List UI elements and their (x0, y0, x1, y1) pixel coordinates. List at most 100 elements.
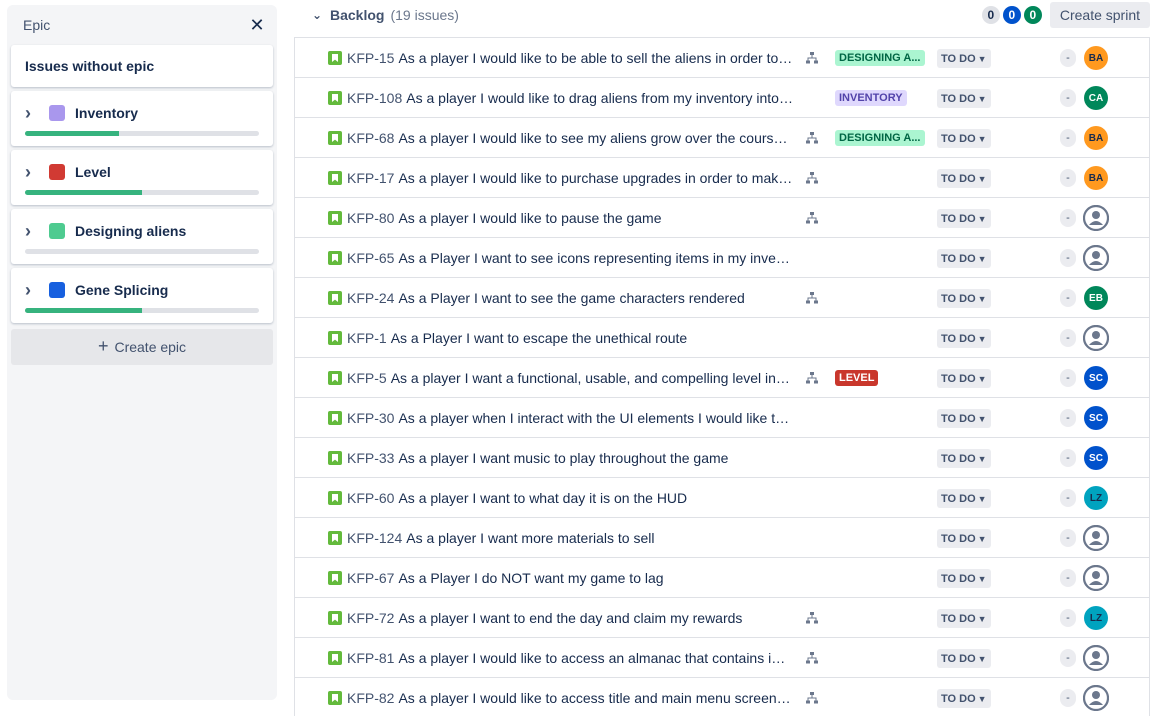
assignee-avatar[interactable]: BA (1084, 46, 1108, 70)
issue-row[interactable]: KFP-80 As a player I would like to pause … (295, 198, 1149, 238)
assignee-avatar[interactable]: SC (1084, 366, 1108, 390)
create-sprint-button[interactable]: Create sprint (1049, 2, 1150, 28)
story-points-estimate[interactable]: - (1060, 89, 1076, 107)
issue-summary-cell[interactable]: KFP-60 As a player I want to what day it … (347, 489, 793, 507)
story-points-estimate[interactable]: - (1060, 569, 1076, 587)
unassigned-avatar-icon[interactable] (1082, 204, 1110, 232)
issue-row[interactable]: KFP-33 As a player I want music to play t… (295, 438, 1149, 478)
issue-key[interactable]: KFP-67 (347, 570, 394, 586)
story-points-estimate[interactable]: - (1060, 289, 1076, 307)
issue-summary-cell[interactable]: KFP-124 As a player I want more materials… (347, 529, 793, 547)
unassigned-avatar-icon[interactable] (1082, 244, 1110, 272)
status-dropdown[interactable]: TO DO ▼ (937, 689, 991, 708)
unassigned-avatar-icon[interactable] (1082, 564, 1110, 592)
assignee-avatar[interactable]: LZ (1084, 606, 1108, 630)
status-dropdown[interactable]: TO DO ▼ (937, 49, 991, 68)
issue-key[interactable]: KFP-108 (347, 90, 402, 106)
issue-key[interactable]: KFP-33 (347, 450, 394, 466)
story-points-estimate[interactable]: - (1060, 529, 1076, 547)
issue-row[interactable]: KFP-81 As a player I would like to access… (295, 638, 1149, 678)
status-dropdown[interactable]: TO DO ▼ (937, 89, 991, 108)
issue-summary-cell[interactable]: KFP-30 As a player when I interact with t… (347, 409, 793, 427)
issue-row[interactable]: KFP-68 As a player I would like to see my… (295, 118, 1149, 158)
issue-row[interactable]: KFP-1 As a Player I want to escape the un… (295, 318, 1149, 358)
issue-summary-cell[interactable]: KFP-108 As a player I would like to drag … (347, 89, 793, 107)
status-dropdown[interactable]: TO DO ▼ (937, 209, 991, 228)
status-dropdown[interactable]: TO DO ▼ (937, 129, 991, 148)
assignee-avatar[interactable]: EB (1084, 286, 1108, 310)
epic-item[interactable]: › Level (11, 150, 273, 205)
issue-row[interactable]: KFP-67 As a Player I do NOT want my game … (295, 558, 1149, 598)
issue-row[interactable]: KFP-15 As a player I would like to be abl… (295, 38, 1149, 78)
status-dropdown[interactable]: TO DO ▼ (937, 649, 991, 668)
issue-key[interactable]: KFP-68 (347, 130, 394, 146)
issue-row[interactable]: KFP-17 As a player I would like to purcha… (295, 158, 1149, 198)
issue-summary-cell[interactable]: KFP-67 As a Player I do NOT want my game … (347, 569, 793, 587)
unassigned-avatar-icon[interactable] (1082, 684, 1110, 712)
issue-summary-cell[interactable]: KFP-72 As a player I want to end the day … (347, 609, 793, 627)
issue-summary-cell[interactable]: KFP-24 As a Player I want to see the game… (347, 289, 793, 307)
status-dropdown[interactable]: TO DO ▼ (937, 489, 991, 508)
issue-summary-cell[interactable]: KFP-17 As a player I would like to purcha… (347, 169, 793, 187)
assignee-avatar[interactable]: LZ (1084, 486, 1108, 510)
unassigned-avatar-icon[interactable] (1082, 524, 1110, 552)
issue-summary-cell[interactable]: KFP-1 As a Player I want to escape the un… (347, 329, 793, 347)
story-points-estimate[interactable]: - (1060, 409, 1076, 427)
status-dropdown[interactable]: TO DO ▼ (937, 409, 991, 428)
issue-row[interactable]: KFP-60 As a player I want to what day it … (295, 478, 1149, 518)
status-dropdown[interactable]: TO DO ▼ (937, 369, 991, 388)
issue-key[interactable]: KFP-60 (347, 490, 394, 506)
assignee-avatar[interactable]: BA (1084, 126, 1108, 150)
issue-summary-cell[interactable]: KFP-15 As a player I would like to be abl… (347, 49, 793, 67)
epic-lozenge[interactable]: LEVEL (835, 370, 879, 386)
story-points-estimate[interactable]: - (1060, 329, 1076, 347)
story-points-estimate[interactable]: - (1060, 609, 1076, 627)
epic-item[interactable]: › Designing aliens (11, 209, 273, 264)
issue-summary-cell[interactable]: KFP-33 As a player I want music to play t… (347, 449, 793, 467)
issue-summary-cell[interactable]: KFP-68 As a player I would like to see my… (347, 129, 793, 147)
chevron-right-icon[interactable]: › (25, 280, 37, 301)
status-dropdown[interactable]: TO DO ▼ (937, 289, 991, 308)
issue-summary-cell[interactable]: KFP-80 As a player I would like to pause … (347, 209, 793, 227)
assignee-avatar[interactable]: BA (1084, 166, 1108, 190)
issue-key[interactable]: KFP-65 (347, 250, 394, 266)
issue-key[interactable]: KFP-5 (347, 370, 387, 386)
status-dropdown[interactable]: TO DO ▼ (937, 529, 991, 548)
issues-without-epic[interactable]: Issues without epic (11, 45, 273, 87)
epic-item[interactable]: › Gene Splicing (11, 268, 273, 323)
issue-row[interactable]: KFP-72 As a player I want to end the day … (295, 598, 1149, 638)
story-points-estimate[interactable]: - (1060, 209, 1076, 227)
epic-lozenge[interactable]: DESIGNING A... (835, 130, 925, 146)
issue-summary-cell[interactable]: KFP-5 As a player I want a functional, us… (347, 369, 793, 387)
story-points-estimate[interactable]: - (1060, 129, 1076, 147)
story-points-estimate[interactable]: - (1060, 169, 1076, 187)
unassigned-avatar-icon[interactable] (1082, 324, 1110, 352)
story-points-estimate[interactable]: - (1060, 449, 1076, 467)
issue-summary-cell[interactable]: KFP-82 As a player I would like to access… (347, 689, 793, 707)
issue-key[interactable]: KFP-17 (347, 170, 394, 186)
chevron-right-icon[interactable]: › (25, 162, 37, 183)
issue-row[interactable]: KFP-82 As a player I would like to access… (295, 678, 1149, 716)
chevron-down-icon[interactable]: ⌄ (312, 8, 326, 22)
status-dropdown[interactable]: TO DO ▼ (937, 609, 991, 628)
status-dropdown[interactable]: TO DO ▼ (937, 569, 991, 588)
status-dropdown[interactable]: TO DO ▼ (937, 249, 991, 268)
status-dropdown[interactable]: TO DO ▼ (937, 169, 991, 188)
unassigned-avatar-icon[interactable] (1082, 644, 1110, 672)
issue-key[interactable]: KFP-24 (347, 290, 394, 306)
issue-summary-cell[interactable]: KFP-65 As a Player I want to see icons re… (347, 249, 793, 267)
assignee-avatar[interactable]: SC (1084, 446, 1108, 470)
chevron-right-icon[interactable]: › (25, 221, 37, 242)
assignee-avatar[interactable]: CA (1084, 86, 1108, 110)
story-points-estimate[interactable]: - (1060, 249, 1076, 267)
story-points-estimate[interactable]: - (1060, 489, 1076, 507)
issue-row[interactable]: KFP-124 As a player I want more materials… (295, 518, 1149, 558)
assignee-avatar[interactable]: SC (1084, 406, 1108, 430)
issue-key[interactable]: KFP-124 (347, 530, 402, 546)
issue-key[interactable]: KFP-1 (347, 330, 387, 346)
issue-key[interactable]: KFP-80 (347, 210, 394, 226)
story-points-estimate[interactable]: - (1060, 49, 1076, 67)
epic-item[interactable]: › Inventory (11, 91, 273, 146)
issue-summary-cell[interactable]: KFP-81 As a player I would like to access… (347, 649, 793, 667)
issue-row[interactable]: KFP-65 As a Player I want to see icons re… (295, 238, 1149, 278)
